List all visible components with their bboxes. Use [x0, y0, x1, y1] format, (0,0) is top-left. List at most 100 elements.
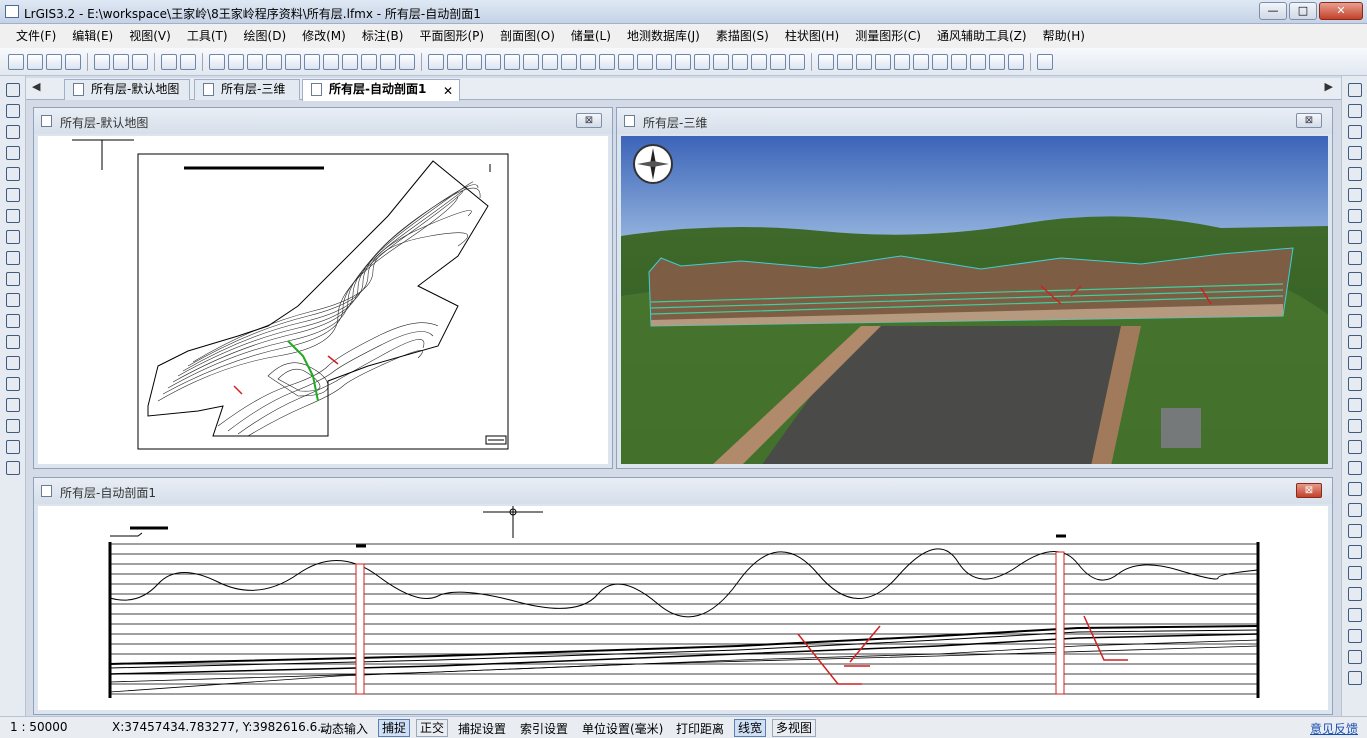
- feedback-link[interactable]: 意见反馈: [1310, 720, 1358, 737]
- line-icon[interactable]: [5, 104, 20, 118]
- paint-icon[interactable]: [1347, 188, 1362, 202]
- multi-view-toggle[interactable]: 多视图: [772, 719, 817, 737]
- new-file-icon[interactable]: [8, 53, 24, 70]
- distribute-icon[interactable]: [1347, 629, 1362, 643]
- loop-icon[interactable]: [5, 314, 20, 328]
- section-tool-icon[interactable]: [561, 53, 577, 70]
- join-icon[interactable]: [1347, 419, 1362, 433]
- menu-tools[interactable]: 工具(T): [179, 24, 236, 48]
- snap-toggle[interactable]: 捕捉: [378, 719, 411, 737]
- diamond-icon[interactable]: [5, 377, 20, 391]
- point-tool-icon[interactable]: [970, 53, 986, 70]
- section-tool-icon[interactable]: [447, 53, 463, 70]
- angle-icon[interactable]: [1347, 125, 1362, 139]
- align-icon[interactable]: [1347, 566, 1362, 580]
- menu-section[interactable]: 剖面图(O): [492, 24, 563, 48]
- offset-icon[interactable]: [1347, 335, 1362, 349]
- no-entry-icon[interactable]: [913, 53, 929, 70]
- line-tool-icon[interactable]: [837, 53, 853, 70]
- menu-ventilation[interactable]: 通风辅助工具(Z): [929, 24, 1035, 48]
- wave-icon[interactable]: [5, 272, 20, 286]
- move-icon[interactable]: [1347, 293, 1362, 307]
- tab-scroll-left-icon[interactable]: ◀: [32, 80, 40, 93]
- open-folder-icon[interactable]: [27, 53, 43, 70]
- ellipse-icon[interactable]: [5, 293, 20, 307]
- diamond-icon[interactable]: [5, 398, 20, 412]
- brush-icon[interactable]: [1008, 53, 1024, 70]
- section-tool-icon[interactable]: [732, 53, 748, 70]
- pane-close-button[interactable]: ⊠: [576, 113, 602, 128]
- section-tool-icon[interactable]: [523, 53, 539, 70]
- dynamic-input-toggle[interactable]: 动态输入: [320, 720, 368, 737]
- stamp-icon[interactable]: [1347, 251, 1362, 265]
- pan-hand-icon[interactable]: [228, 53, 244, 70]
- save-icon[interactable]: [46, 53, 62, 70]
- section-tool-icon[interactable]: [466, 53, 482, 70]
- section-tool-icon[interactable]: [542, 53, 558, 70]
- align-icon[interactable]: [1347, 545, 1362, 559]
- section-tool-icon[interactable]: [428, 53, 444, 70]
- snap-settings-button[interactable]: 捕捉设置: [458, 720, 506, 737]
- break-icon[interactable]: [1347, 398, 1362, 412]
- circle-icon[interactable]: [5, 251, 20, 265]
- print-distance-button[interactable]: 打印距离: [676, 720, 724, 737]
- chamfer-icon[interactable]: [1347, 461, 1362, 475]
- page-icon[interactable]: [789, 53, 805, 70]
- scale-icon[interactable]: [1347, 209, 1362, 223]
- delete-icon[interactable]: [1347, 83, 1362, 97]
- menu-modify[interactable]: 修改(M): [294, 24, 354, 48]
- section-tool-icon[interactable]: [694, 53, 710, 70]
- info-icon[interactable]: [637, 53, 653, 70]
- text-icon[interactable]: [5, 356, 20, 370]
- menu-plan-graphics[interactable]: 平面图形(P): [411, 24, 492, 48]
- segment-icon[interactable]: [5, 146, 20, 160]
- rotate-icon[interactable]: [1347, 314, 1362, 328]
- minimize-button[interactable]: —: [1259, 2, 1287, 20]
- menu-survey[interactable]: 测量图形(C): [847, 24, 929, 48]
- polyline-icon[interactable]: [5, 125, 20, 139]
- page-icon[interactable]: [380, 53, 396, 70]
- section-tool-icon[interactable]: [504, 53, 520, 70]
- pane-close-button[interactable]: ⊠: [1296, 113, 1322, 128]
- zoom-out-icon[interactable]: [285, 53, 301, 70]
- ortho-toggle[interactable]: 正交: [416, 719, 449, 737]
- tab-scroll-right-icon[interactable]: ▶: [1325, 80, 1333, 93]
- redo-icon[interactable]: [180, 53, 196, 70]
- distribute-icon[interactable]: [1347, 608, 1362, 622]
- rotate-icon[interactable]: [5, 167, 20, 181]
- section-tool-icon[interactable]: [599, 53, 615, 70]
- pane-close-button[interactable]: ⊠: [1296, 483, 1322, 498]
- pointer-icon[interactable]: [247, 53, 263, 70]
- paste-icon[interactable]: [132, 53, 148, 70]
- eraser-icon[interactable]: [1037, 53, 1053, 70]
- array-icon[interactable]: [1347, 272, 1362, 286]
- measure-icon[interactable]: [818, 53, 834, 70]
- triangle-tool-icon[interactable]: [932, 53, 948, 70]
- mirror-icon[interactable]: [1347, 230, 1362, 244]
- fillet-icon[interactable]: [1347, 440, 1362, 454]
- undo-icon[interactable]: [161, 53, 177, 70]
- menu-view[interactable]: 视图(V): [121, 24, 179, 48]
- edit-tool-icon[interactable]: [989, 53, 1005, 70]
- zoom-in-icon[interactable]: [266, 53, 282, 70]
- distribute-icon[interactable]: [1347, 671, 1362, 685]
- hatch-icon[interactable]: [5, 440, 20, 454]
- m-icon[interactable]: [5, 419, 20, 433]
- tab-3d[interactable]: 所有层-三维: [194, 79, 300, 100]
- copy-icon[interactable]: [113, 53, 129, 70]
- corner-icon[interactable]: [5, 188, 20, 202]
- page-icon[interactable]: [342, 53, 358, 70]
- page-icon[interactable]: [361, 53, 377, 70]
- menu-draw[interactable]: 绘图(D): [236, 24, 295, 48]
- tool-icon[interactable]: [5, 461, 20, 475]
- section-tool-icon[interactable]: [580, 53, 596, 70]
- crop-icon[interactable]: [1347, 167, 1362, 181]
- maximize-button[interactable]: □: [1289, 2, 1317, 20]
- menu-annotate[interactable]: 标注(B): [354, 24, 412, 48]
- circle-tool-icon[interactable]: [894, 53, 910, 70]
- unit-settings-button[interactable]: 单位设置(毫米): [582, 720, 663, 737]
- close-window-button[interactable]: ✕: [1319, 2, 1363, 20]
- break-icon[interactable]: [1347, 377, 1362, 391]
- trim-icon[interactable]: [1347, 104, 1362, 118]
- page-icon[interactable]: [751, 53, 767, 70]
